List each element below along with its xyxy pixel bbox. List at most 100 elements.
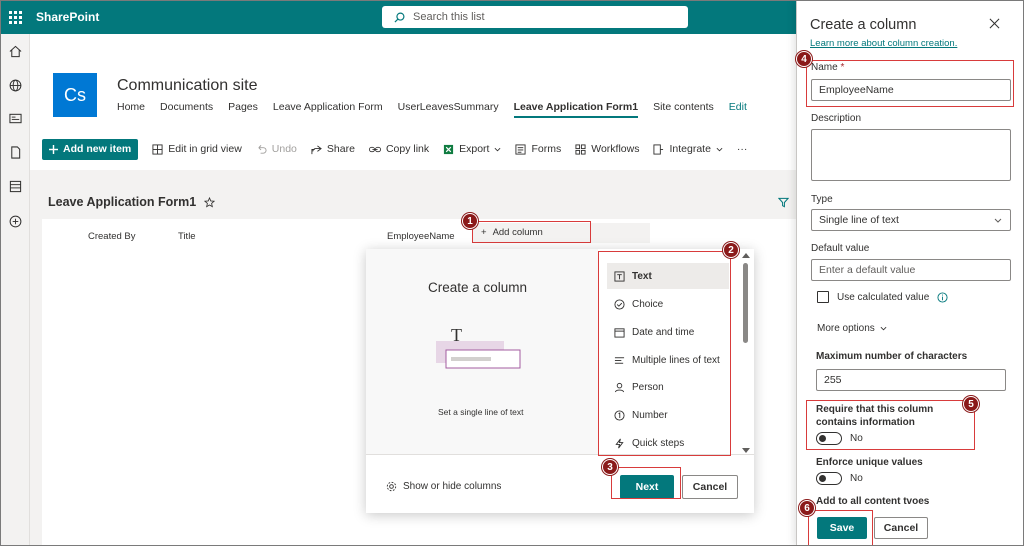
unique-values-toggle[interactable] (816, 472, 842, 485)
max-chars-input[interactable]: 255 (816, 369, 1006, 391)
name-label-text: Name (811, 62, 838, 73)
type-option-quick-steps[interactable]: Quick steps (607, 430, 729, 456)
column-name-input[interactable]: EmployeeName (811, 79, 1011, 101)
nav-home[interactable]: Home (117, 101, 145, 118)
dialog-description: Set a single line of text (438, 407, 524, 417)
column-header-created-by[interactable]: Created By (88, 231, 136, 242)
integrate-label: Integrate (669, 143, 711, 155)
max-chars-label: Maximum number of characters (816, 351, 968, 362)
type-option-label: Number (632, 409, 668, 421)
scroll-down-icon[interactable] (742, 448, 750, 453)
type-option-date-and-time[interactable]: Date and time (607, 319, 729, 345)
more-options-toggle[interactable]: More options (817, 323, 887, 334)
unique-values-toggle-label: No (850, 473, 863, 484)
column-header-title[interactable]: Title (178, 231, 196, 242)
type-option-label: Date and time (632, 326, 695, 338)
add-column-button[interactable]: + Add column (472, 221, 591, 243)
require-info-toggle-row[interactable]: No (816, 432, 863, 445)
description-textarea[interactable] (811, 129, 1011, 181)
undo-button[interactable]: Undo (256, 143, 297, 155)
save-button[interactable]: Save (817, 517, 867, 539)
next-button[interactable]: Next (620, 475, 674, 499)
show-hide-columns-button[interactable]: Show or hide columns (386, 481, 501, 492)
close-icon[interactable] (989, 18, 1000, 29)
brand-name[interactable]: SharePoint (36, 10, 99, 24)
learn-more-link[interactable]: Learn more about column creation. (810, 38, 957, 49)
nav-leave-application-form[interactable]: Leave Application Form (273, 101, 383, 118)
excel-icon (444, 144, 454, 154)
column-name-value: EmployeeName (819, 84, 894, 96)
calculated-value-label: Use calculated value (837, 291, 930, 303)
share-button[interactable]: Share (311, 143, 355, 155)
multiline-icon (614, 356, 625, 364)
nav-documents[interactable]: Documents (160, 101, 213, 118)
type-option-multiple-lines[interactable]: Multiple lines of text (607, 347, 729, 373)
document-icon[interactable] (7, 144, 23, 160)
add-new-item-button[interactable]: Add new item (42, 138, 139, 160)
star-icon[interactable] (204, 196, 216, 208)
type-option-text[interactable]: Text (607, 263, 729, 289)
dialog-footer: Show or hide columns Next Cancel (366, 454, 754, 513)
scroll-thumb[interactable] (743, 263, 748, 343)
info-icon[interactable] (937, 291, 948, 303)
svg-text:T: T (451, 329, 462, 345)
add-new-item-label: Add new item (63, 143, 132, 155)
more-options-button[interactable]: ··· (737, 143, 748, 155)
required-mark: * (840, 62, 845, 73)
export-button[interactable]: Export (443, 143, 501, 155)
search-icon (394, 12, 405, 23)
home-icon[interactable] (7, 43, 23, 59)
callout-badge-4: 4 (796, 51, 812, 67)
export-label: Export (459, 143, 490, 155)
create-icon[interactable] (7, 213, 23, 229)
news-icon[interactable] (7, 110, 23, 126)
callout-badge-3: 3 (602, 459, 618, 475)
nav-user-leaves-summary[interactable]: UserLeavesSummary (398, 101, 499, 118)
globe-icon[interactable] (7, 77, 23, 93)
list-icon[interactable] (7, 178, 23, 194)
default-value-input[interactable]: Enter a default value (811, 259, 1011, 281)
filter-icon[interactable] (778, 197, 789, 208)
integrate-button[interactable]: Integrate (653, 143, 723, 155)
nav-pages[interactable]: Pages (228, 101, 258, 118)
type-option-person[interactable]: Person (607, 374, 729, 400)
require-info-toggle-label: No (850, 433, 863, 444)
type-select[interactable]: Single line of text (811, 209, 1011, 231)
edit-grid-view-button[interactable]: Edit in grid view (152, 143, 242, 155)
share-label: Share (326, 143, 355, 155)
unique-values-label: Enforce unique values (816, 457, 923, 468)
show-hide-columns-label: Show or hide columns (403, 481, 502, 492)
forms-button[interactable]: Forms (515, 143, 561, 155)
search-input[interactable]: Search this list (382, 6, 688, 28)
type-list-scrollbar[interactable] (742, 253, 750, 453)
panel-cancel-button[interactable]: Cancel (874, 517, 928, 539)
column-header-employee-name[interactable]: EmployeeName (387, 231, 455, 242)
app-launcher-icon[interactable] (0, 0, 30, 34)
workflows-button[interactable]: Workflows (575, 143, 639, 155)
unique-values-toggle-row[interactable]: No (816, 472, 863, 485)
dialog-cancel-button[interactable]: Cancel (682, 475, 738, 499)
nav-site-contents[interactable]: Site contents (653, 101, 714, 118)
type-select-value: Single line of text (819, 214, 899, 226)
type-option-label: Quick steps (632, 437, 685, 449)
calculated-value-checkbox[interactable] (817, 291, 829, 303)
site-logo[interactable]: Cs (53, 73, 97, 117)
lightning-icon (615, 438, 624, 448)
type-option-number[interactable]: Number (607, 402, 729, 428)
more-options-label: More options (817, 323, 875, 334)
scroll-up-icon[interactable] (742, 253, 750, 258)
suite-bar: SharePoint Search this list (0, 0, 796, 34)
copy-link-button[interactable]: Copy link (368, 143, 429, 155)
forms-label: Forms (531, 143, 562, 155)
nav-edit-link[interactable]: Edit (729, 101, 747, 118)
callout-badge-5: 5 (963, 396, 979, 412)
plus-icon (49, 144, 58, 154)
description-label: Description (811, 113, 862, 124)
site-title[interactable]: Communication site (117, 77, 258, 95)
left-rail (0, 34, 30, 546)
calculated-value-checkbox-row[interactable]: Use calculated value (817, 291, 948, 303)
type-option-label: Text (632, 270, 652, 282)
type-option-choice[interactable]: Choice (607, 291, 729, 317)
nav-leave-application-form1[interactable]: Leave Application Form1 (513, 101, 639, 118)
require-info-toggle[interactable] (816, 432, 842, 445)
